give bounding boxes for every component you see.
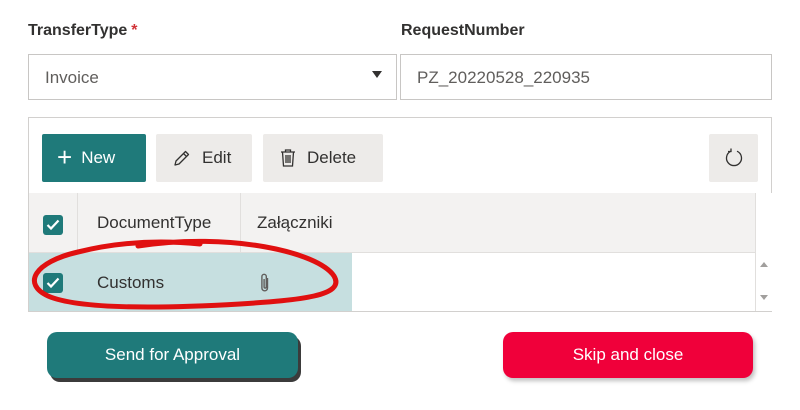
skip-and-close-label: Skip and close [572,345,684,364]
checkmark-icon [46,277,60,289]
delete-button-label: Delete [307,148,357,167]
row-checkbox[interactable] [43,273,63,293]
edit-button[interactable]: Edit [156,134,252,182]
column-separator [240,193,241,253]
refresh-icon [725,148,742,167]
chevron-down-icon[interactable] [372,71,382,78]
request-number-value: PZ_20220528_220935 [417,68,590,87]
send-for-approval-label: Send for Approval [104,345,241,364]
transfer-type-value: Invoice [45,68,99,87]
transfer-type-label: TransferType * [28,22,138,40]
pencil-icon [174,150,190,166]
column-separator [77,193,78,253]
skip-and-close-button[interactable]: Skip and close [503,332,753,378]
table-row[interactable]: Customs [29,253,352,311]
new-button[interactable]: + New [42,134,146,182]
edit-button-label: Edit [202,148,232,167]
trash-icon [281,149,295,167]
grid-header: DocumentType Załączniki [29,193,755,253]
plus-icon: + [57,142,73,172]
scroll-down-icon[interactable] [760,295,768,300]
transfer-type-dropdown[interactable]: Invoice [28,54,397,100]
request-number-label: RequestNumber [401,22,525,39]
send-for-approval-button[interactable]: Send for Approval [47,332,298,378]
grid-scrollbar[interactable] [755,193,772,311]
delete-button[interactable]: Delete [263,134,383,182]
documents-panel: + New Edit Delete DocumentType Załącznik… [28,117,772,312]
transfer-type-label-text: TransferType [28,22,128,39]
request-number-field[interactable]: PZ_20220528_220935 [400,54,772,100]
cell-document-type: Customs [97,273,165,292]
column-header-document-type[interactable]: DocumentType [97,213,211,233]
refresh-button[interactable] [709,134,758,182]
required-marker: * [131,22,138,39]
paperclip-icon[interactable] [258,272,272,299]
scroll-up-icon[interactable] [760,262,768,267]
column-header-attachments[interactable]: Załączniki [257,213,333,233]
checkmark-icon [46,219,60,231]
select-all-checkbox[interactable] [43,215,63,235]
new-button-label: New [81,148,116,167]
